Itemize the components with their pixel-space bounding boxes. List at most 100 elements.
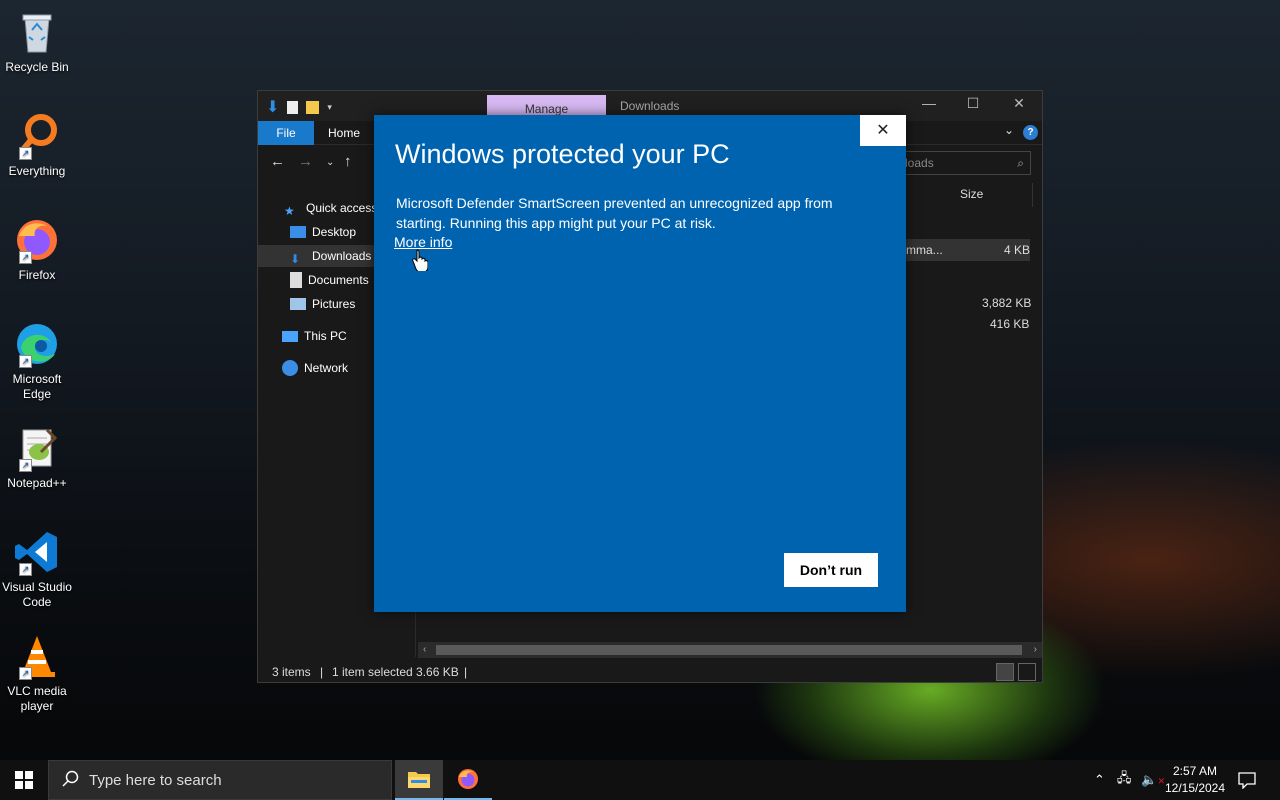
nav-item-label: Desktop	[312, 225, 357, 239]
shortcut-arrow-icon: ↗	[19, 667, 32, 680]
nav-item-label: Documents	[308, 273, 369, 287]
shortcut-arrow-icon: ↗	[19, 251, 32, 264]
column-header-size[interactable]: Size	[960, 187, 983, 201]
dialog-message: Microsoft Defender SmartScreen prevented…	[396, 195, 833, 231]
desktop-icon-label: Visual Studio Code	[2, 580, 72, 609]
file-explorer-icon	[408, 772, 430, 788]
desktop-icon-firefox[interactable]: ↗ Firefox	[0, 216, 74, 283]
file-size: 416 KB	[990, 317, 1030, 331]
notepadpp-icon: ↗	[13, 424, 61, 472]
status-divider: |	[464, 665, 468, 679]
shortcut-arrow-icon: ↗	[19, 147, 32, 160]
chevron-up-icon[interactable]: ⌃	[1094, 772, 1105, 788]
taskbar: Type here to search ⌃ 🖧 🔈✕ 2:57 AM 12/15…	[0, 760, 1280, 800]
taskbar-clock[interactable]: 2:57 AM 12/15/2024	[1160, 763, 1230, 797]
scroll-right-icon[interactable]: ›	[1034, 642, 1037, 658]
dialog-title: Windows protected your PC	[395, 139, 730, 169]
shortcut-arrow-icon: ↗	[19, 459, 32, 472]
desktop-icon-notepadpp[interactable]: ↗ Notepad++	[0, 424, 74, 491]
horizontal-scrollbar[interactable]: ‹ ›	[418, 642, 1042, 658]
smartscreen-dialog: ✕ Windows protected your PC Microsoft De…	[374, 115, 906, 612]
large-icons-view-button[interactable]	[1018, 663, 1036, 681]
clock-time: 2:57 AM	[1172, 764, 1218, 778]
dont-run-button[interactable]: Don’t run	[784, 553, 878, 587]
firefox-icon	[458, 769, 478, 789]
nav-item-label: Quick access	[306, 201, 378, 215]
desktop-icon-vlc[interactable]: ↗ VLC media player	[0, 632, 74, 714]
scroll-left-icon[interactable]: ‹	[423, 642, 426, 658]
windows-logo-icon	[15, 771, 33, 789]
shortcut-arrow-icon: ↗	[19, 355, 32, 368]
chevron-down-icon[interactable]: ▾	[327, 102, 332, 113]
quick-access-toolbar: ⬇ ▾	[266, 97, 332, 117]
up-arrow-icon[interactable]: ↑	[344, 153, 352, 170]
close-button[interactable]: ✕	[860, 115, 906, 146]
status-item-count: 3 items	[272, 665, 311, 679]
tab-home[interactable]: Home	[315, 121, 373, 145]
search-icon	[62, 770, 79, 787]
ribbon-expand-icon[interactable]: ⌄	[1004, 123, 1014, 137]
more-info-link[interactable]: More info	[394, 234, 452, 250]
status-selection: 1 item selected 3.66 KB	[332, 665, 459, 679]
taskbar-search-box[interactable]: Type here to search	[48, 760, 392, 800]
file-size: 4 KB	[1004, 243, 1031, 257]
clock-date: 12/15/2024	[1164, 781, 1226, 795]
details-view-button[interactable]	[996, 663, 1014, 681]
taskbar-file-explorer[interactable]	[395, 760, 443, 800]
new-folder-icon[interactable]	[306, 100, 320, 114]
properties-icon[interactable]	[287, 100, 299, 114]
search-icon: ⌕	[1017, 156, 1024, 170]
column-separator[interactable]	[1032, 183, 1033, 207]
window-title: Downloads	[620, 99, 680, 113]
pictures-icon	[290, 298, 306, 310]
nav-item-label: Pictures	[312, 297, 356, 311]
file-name-fragment: mma...	[906, 243, 943, 257]
nav-item-label: Downloads	[312, 249, 372, 263]
status-bar: 3 items | 1 item selected 3.66 KB |	[258, 661, 1042, 683]
search-placeholder: Type here to search	[89, 772, 222, 789]
help-icon[interactable]: ?	[1023, 125, 1038, 140]
download-arrow-icon[interactable]: ⬇	[266, 97, 279, 117]
search-input[interactable]: loads ⌕	[898, 151, 1031, 175]
firefox-icon: ↗	[13, 216, 61, 264]
desktop-icon-edge[interactable]: ↗ Microsoft Edge	[0, 320, 74, 402]
desktop-icon-label: Recycle Bin	[5, 60, 69, 74]
shortcut-arrow-icon: ↗	[19, 563, 32, 576]
network-icon	[282, 360, 298, 376]
notification-icon	[1238, 772, 1256, 789]
desktop-icon-label: VLC media player	[7, 684, 67, 713]
documents-icon	[290, 272, 302, 288]
tab-file[interactable]: File	[258, 121, 314, 145]
everything-icon: ↗	[13, 112, 61, 160]
desktop-icon-recycle-bin[interactable]: Recycle Bin	[0, 8, 74, 75]
forward-arrow-icon[interactable]: →	[298, 153, 313, 170]
recent-locations-icon[interactable]: ⌄	[326, 157, 334, 168]
recycle-bin-icon	[13, 8, 61, 56]
start-button[interactable]	[0, 760, 48, 800]
desktop-icon-label: Microsoft Edge	[12, 372, 62, 401]
nav-item-label: This PC	[304, 329, 347, 343]
edge-icon: ↗	[13, 320, 61, 368]
desktop-icon-everything[interactable]: ↗ Everything	[0, 112, 74, 179]
file-size: 3,882 KB	[982, 296, 1032, 310]
maximize-button[interactable]: ☐	[950, 95, 996, 112]
downloads-folder-icon: ⬇	[290, 252, 301, 266]
scrollbar-thumb[interactable]	[436, 645, 1022, 655]
taskbar-firefox[interactable]	[444, 760, 492, 800]
vlc-icon: ↗	[13, 632, 61, 680]
status-divider: |	[320, 665, 324, 679]
back-arrow-icon[interactable]: ←	[270, 153, 285, 170]
network-icon[interactable]: 🖧	[1117, 769, 1132, 791]
desktop-folder-icon	[290, 226, 306, 238]
vscode-icon: ↗	[13, 528, 61, 576]
desktop-icon-label: Firefox	[18, 268, 56, 282]
computer-icon	[282, 330, 298, 342]
action-center-button[interactable]	[1238, 760, 1256, 800]
desktop-icon-label: Everything	[8, 164, 66, 178]
minimize-button[interactable]: —	[906, 95, 952, 111]
search-placeholder: loads	[905, 156, 934, 170]
desktop-icon-label: Notepad++	[7, 476, 67, 490]
hand-cursor-icon	[412, 249, 428, 271]
close-window-button[interactable]: ✕	[996, 95, 1042, 112]
desktop-icon-vscode[interactable]: ↗ Visual Studio Code	[0, 528, 74, 610]
